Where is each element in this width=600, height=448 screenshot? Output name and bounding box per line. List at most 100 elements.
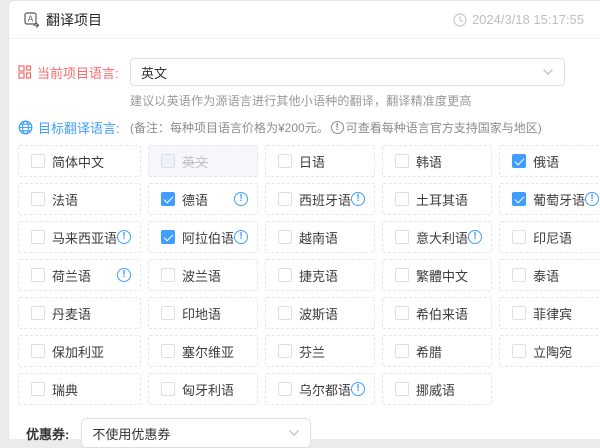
- language-cell[interactable]: 英文: [148, 145, 258, 177]
- language-label: 越南语: [299, 228, 338, 247]
- language-cell[interactable]: 挪威语: [382, 373, 492, 405]
- language-cell[interactable]: 马来西亚语 !: [18, 221, 141, 253]
- checkbox[interactable]: [278, 192, 292, 206]
- checkbox[interactable]: [395, 306, 409, 320]
- checkbox[interactable]: [395, 192, 409, 206]
- info-icon[interactable]: !: [585, 192, 599, 206]
- checkbox[interactable]: [161, 306, 175, 320]
- language-cell[interactable]: 简体中文: [18, 145, 141, 177]
- language-label: 立陶宛: [533, 342, 572, 361]
- language-label: 土耳其语: [416, 190, 468, 209]
- language-cell[interactable]: 韩语: [382, 145, 492, 177]
- language-cell[interactable]: 立陶宛: [499, 335, 600, 367]
- checkbox[interactable]: [395, 154, 409, 168]
- language-cell[interactable]: 俄语: [499, 145, 600, 177]
- language-cell[interactable]: 荷兰语 !: [18, 259, 141, 291]
- language-cell[interactable]: 乌尔都语 !: [265, 373, 375, 405]
- checkbox[interactable]: [512, 306, 526, 320]
- checkbox[interactable]: [512, 344, 526, 358]
- language-cell[interactable]: 繁體中文: [382, 259, 492, 291]
- chevron-down-icon: [542, 68, 554, 76]
- checkbox[interactable]: [161, 154, 175, 168]
- checkbox[interactable]: [31, 268, 45, 282]
- current-language-row: 当前项目语言: 英文: [18, 58, 594, 86]
- language-cell[interactable]: 瑞典: [18, 373, 141, 405]
- checkbox-checked[interactable]: [161, 192, 175, 206]
- language-cell[interactable]: 捷克语: [265, 259, 375, 291]
- language-cell[interactable]: 印尼语: [499, 221, 600, 253]
- language-cell[interactable]: 塞尔维亚: [148, 335, 258, 367]
- language-label: 丹麦语: [52, 304, 91, 323]
- current-language-label: 当前项目语言:: [37, 63, 119, 82]
- info-icon[interactable]: !: [234, 192, 248, 206]
- info-icon[interactable]: !: [234, 230, 248, 244]
- language-cell[interactable]: 波兰语: [148, 259, 258, 291]
- checkbox[interactable]: [31, 344, 45, 358]
- current-language-select[interactable]: 英文: [130, 58, 565, 86]
- language-cell[interactable]: 法语: [18, 183, 141, 215]
- language-cell[interactable]: 土耳其语: [382, 183, 492, 215]
- language-cell[interactable]: 波斯语: [265, 297, 375, 329]
- language-cell[interactable]: 希腊: [382, 335, 492, 367]
- language-cell[interactable]: 印地语: [148, 297, 258, 329]
- checkbox[interactable]: [161, 382, 175, 396]
- coupon-select[interactable]: 不使用优惠券: [81, 418, 311, 448]
- language-cell[interactable]: 匈牙利语: [148, 373, 258, 405]
- info-icon[interactable]: !: [468, 230, 482, 244]
- checkbox[interactable]: [31, 192, 45, 206]
- checkbox[interactable]: [395, 382, 409, 396]
- translate-icon: A: [24, 12, 40, 28]
- language-label: 阿拉伯语: [182, 228, 234, 247]
- language-cell[interactable]: 阿拉伯语 !: [148, 221, 258, 253]
- info-icon[interactable]: !: [351, 382, 365, 396]
- language-cell[interactable]: 丹麦语: [18, 297, 141, 329]
- language-label: 波斯语: [299, 304, 338, 323]
- checkbox[interactable]: [31, 382, 45, 396]
- checkbox[interactable]: [512, 268, 526, 282]
- language-cell[interactable]: 菲律宾: [499, 297, 600, 329]
- panel-header: A 翻译项目 2024/3/18 15:17:55: [9, 1, 600, 39]
- note-prefix: (备注：每种项目语言价格为¥200元。: [130, 119, 329, 136]
- language-cell[interactable]: 希伯来语: [382, 297, 492, 329]
- checkbox[interactable]: [31, 154, 45, 168]
- language-cell[interactable]: 意大利语 !: [382, 221, 492, 253]
- language-cell[interactable]: 葡萄牙语 !: [499, 183, 600, 215]
- checkbox[interactable]: [512, 230, 526, 244]
- checkbox-checked[interactable]: [512, 192, 526, 206]
- checkbox[interactable]: [395, 268, 409, 282]
- language-cell[interactable]: 泰语: [499, 259, 600, 291]
- checkbox[interactable]: [31, 230, 45, 244]
- language-cell[interactable]: 日语: [265, 145, 375, 177]
- language-cell[interactable]: 德语 !: [148, 183, 258, 215]
- checkbox[interactable]: [278, 230, 292, 244]
- current-language-label-wrap: 当前项目语言:: [18, 63, 130, 82]
- language-label: 马来西亚语: [52, 228, 117, 247]
- language-cell[interactable]: 西班牙语 !: [265, 183, 375, 215]
- language-label: 印地语: [182, 304, 221, 323]
- checkbox[interactable]: [278, 344, 292, 358]
- info-icon[interactable]: !: [117, 268, 131, 282]
- language-label: 日语: [299, 152, 325, 171]
- language-label: 俄语: [533, 152, 559, 171]
- language-label: 泰语: [533, 266, 559, 285]
- checkbox[interactable]: [161, 344, 175, 358]
- timestamp-text: 2024/3/18 15:17:55: [472, 12, 584, 27]
- checkbox[interactable]: [278, 306, 292, 320]
- note-suffix: 可查看每种语言官方支持国家与地区): [346, 119, 542, 136]
- language-label: 挪威语: [416, 380, 455, 399]
- checkbox-checked[interactable]: [161, 230, 175, 244]
- info-icon[interactable]: !: [117, 230, 131, 244]
- language-cell[interactable]: 越南语: [265, 221, 375, 253]
- language-cell[interactable]: 保加利亚: [18, 335, 141, 367]
- checkbox[interactable]: [395, 344, 409, 358]
- checkbox[interactable]: [161, 268, 175, 282]
- language-label: 西班牙语: [299, 190, 351, 209]
- checkbox[interactable]: [278, 268, 292, 282]
- checkbox-checked[interactable]: [512, 154, 526, 168]
- checkbox[interactable]: [395, 230, 409, 244]
- checkbox[interactable]: [278, 154, 292, 168]
- checkbox[interactable]: [278, 382, 292, 396]
- language-cell[interactable]: 芬兰: [265, 335, 375, 367]
- info-icon[interactable]: !: [351, 192, 365, 206]
- checkbox[interactable]: [31, 306, 45, 320]
